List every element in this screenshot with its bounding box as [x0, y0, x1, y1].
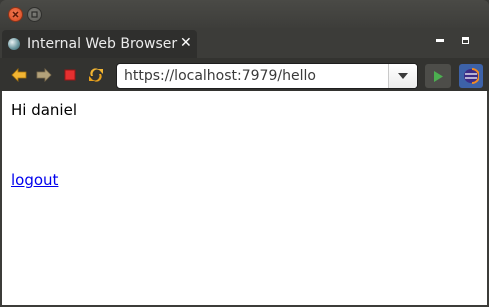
- forward-arrow-icon[interactable]: [33, 64, 55, 86]
- globe-icon: [8, 38, 20, 50]
- tab-close-icon[interactable]: ✕: [180, 35, 192, 51]
- tab-internal-web-browser[interactable]: Internal Web Browser ✕: [2, 30, 197, 58]
- go-button[interactable]: [425, 64, 451, 88]
- view-maximize-icon[interactable]: [462, 37, 469, 44]
- go-play-icon: [434, 70, 443, 82]
- url-input[interactable]: https://localhost:7979/hello: [124, 68, 316, 84]
- logout-link[interactable]: logout: [11, 171, 58, 189]
- refresh-icon[interactable]: [85, 64, 107, 86]
- page-content: Hi daniel logout: [2, 91, 487, 305]
- url-bar[interactable]: https://localhost:7979/hello: [116, 63, 418, 89]
- browser-toolbar: https://localhost:7979/hello: [0, 58, 489, 91]
- title-bar: [0, 0, 489, 28]
- browser-window: Internal Web Browser ✕ https://localhost…: [0, 0, 489, 307]
- chevron-down-icon[interactable]: [388, 64, 417, 88]
- close-icon[interactable]: [8, 7, 23, 22]
- greeting-text: Hi daniel: [11, 101, 77, 119]
- tab-title: Internal Web Browser: [27, 36, 178, 52]
- back-arrow-icon[interactable]: [8, 64, 30, 86]
- minimize-icon[interactable]: [27, 7, 42, 22]
- eclipse-icon[interactable]: [459, 64, 483, 88]
- tab-bar: Internal Web Browser ✕: [0, 28, 489, 58]
- view-minimize-icon[interactable]: [436, 39, 444, 42]
- stop-icon[interactable]: [59, 64, 81, 86]
